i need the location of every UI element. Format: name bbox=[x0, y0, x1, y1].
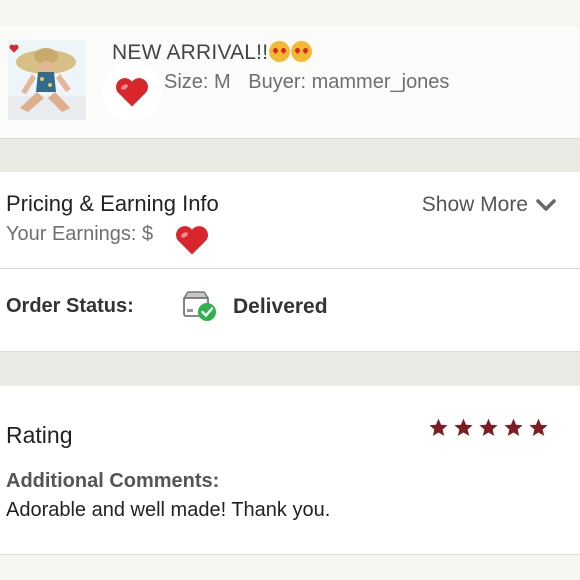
heart-icon bbox=[176, 226, 208, 255]
order-status-section: Order Status: Delivered bbox=[0, 269, 580, 351]
earnings-label: Your Earnings: $ bbox=[6, 223, 154, 245]
heart-sticker bbox=[102, 61, 162, 121]
star-icon bbox=[504, 418, 523, 436]
star-icon bbox=[529, 418, 548, 436]
heart-icon bbox=[116, 78, 148, 107]
section-separator bbox=[0, 139, 580, 172]
comments-text: Adorable and well made! Thank you. bbox=[6, 499, 331, 521]
divider bbox=[0, 554, 580, 555]
star-icon bbox=[479, 418, 498, 436]
heart-eyes-emoji-icon bbox=[291, 41, 313, 62]
heart-sticker bbox=[162, 210, 222, 270]
item-title: NEW ARRIVAL!! bbox=[112, 41, 313, 65]
rating-title: Rating bbox=[6, 422, 73, 448]
rating-section: Rating Additional Comments: Adorable and… bbox=[0, 386, 580, 554]
star-icon bbox=[429, 418, 448, 436]
item-meta: Size: M Buyer: mammer_jones bbox=[164, 71, 449, 94]
comments-label: Additional Comments: bbox=[6, 470, 220, 492]
box-check-icon bbox=[180, 288, 220, 324]
buyer-name: Buyer: mammer_jones bbox=[248, 71, 450, 93]
pricing-section: Pricing & Earning Info Your Earnings: $ … bbox=[0, 172, 580, 270]
item-header[interactable]: NEW ARRIVAL!! Size: M Buyer: mammer_jone… bbox=[0, 26, 580, 138]
item-size: Size: M bbox=[164, 71, 231, 93]
order-status-label: Order Status: bbox=[6, 295, 134, 317]
heart-eyes-emoji-icon bbox=[269, 41, 291, 62]
order-status-value: Delivered bbox=[233, 295, 328, 318]
section-separator bbox=[0, 352, 580, 386]
star-icon bbox=[454, 418, 473, 436]
small-heart-icon bbox=[9, 44, 19, 53]
item-thumbnail[interactable] bbox=[8, 40, 86, 120]
star-rating bbox=[428, 417, 549, 438]
chevron-down-icon bbox=[536, 199, 556, 211]
show-more-button[interactable]: Show More bbox=[422, 193, 556, 217]
show-more-label: Show More bbox=[421, 193, 528, 216]
